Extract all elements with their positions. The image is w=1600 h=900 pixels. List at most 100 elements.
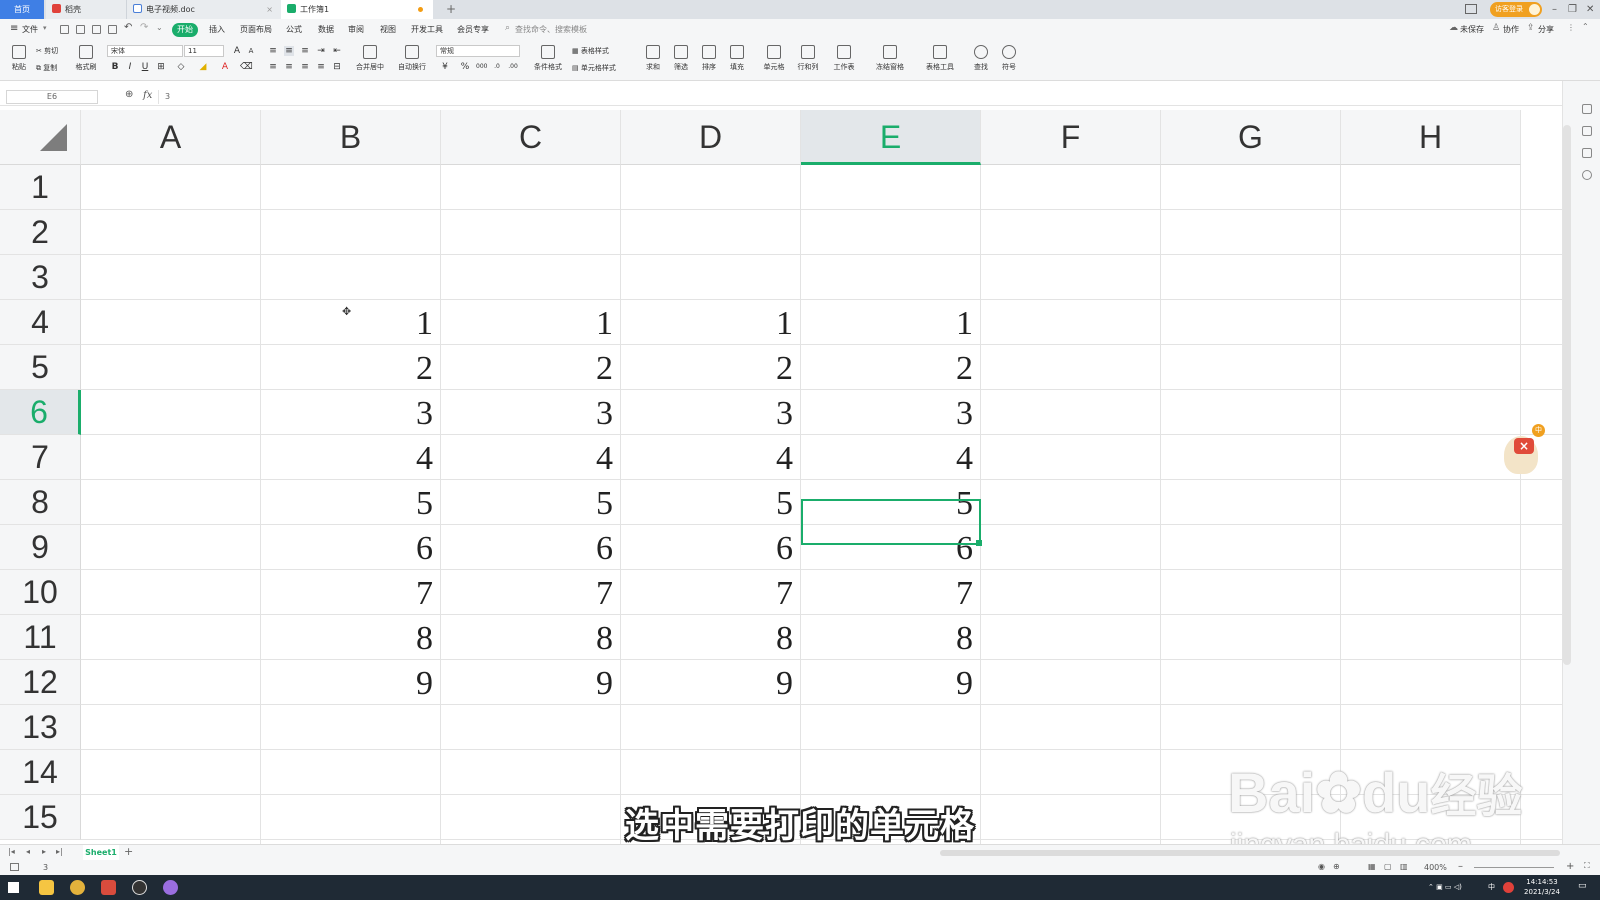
ime-indicator[interactable]: 中: [1488, 883, 1495, 892]
select-all-corner[interactable]: [0, 110, 81, 165]
cell-b11[interactable]: 8: [261, 615, 441, 660]
cell-button[interactable]: 单元格: [760, 45, 788, 72]
currency-icon[interactable]: ¥: [440, 62, 450, 72]
cut-button[interactable]: ✂ 剪切: [36, 46, 58, 56]
page-layout-view-icon[interactable]: ▢: [1384, 862, 1392, 871]
percent-icon[interactable]: %: [460, 62, 470, 72]
cell-c11[interactable]: 8: [441, 615, 621, 660]
cell-b8[interactable]: 5: [261, 480, 441, 525]
name-box[interactable]: E6: [6, 90, 98, 104]
last-sheet-icon[interactable]: ▸|: [56, 847, 63, 856]
menu-review[interactable]: 审阅: [348, 24, 364, 35]
filter-button[interactable]: 筛选: [670, 45, 692, 72]
row-col-button[interactable]: 行和列: [794, 45, 822, 72]
menu-data[interactable]: 数据: [318, 24, 334, 35]
vertical-scrollbar[interactable]: [1563, 125, 1571, 665]
distributed-icon[interactable]: ⊟: [332, 62, 342, 72]
antivirus-icon[interactable]: [1503, 882, 1514, 893]
sheet-tab-sheet1[interactable]: Sheet1: [83, 845, 119, 860]
cell-c12[interactable]: 9: [441, 660, 621, 705]
fill-button[interactable]: 填充: [726, 45, 748, 72]
worksheet-button[interactable]: 工作表: [830, 45, 858, 72]
increase-font-icon[interactable]: A: [232, 46, 242, 56]
tab-daoke[interactable]: 稻壳: [46, 0, 126, 19]
column-header-e[interactable]: E: [801, 110, 981, 165]
print-preview-icon[interactable]: [108, 25, 117, 34]
align-center-icon[interactable]: ≡: [284, 62, 294, 72]
row-header-2[interactable]: 2: [0, 210, 81, 255]
help-icon[interactable]: [1582, 170, 1592, 180]
border-icon[interactable]: ⊞: [156, 62, 166, 72]
horizontal-scrollbar[interactable]: [940, 850, 1560, 856]
highlight-icon[interactable]: ◢: [198, 62, 208, 72]
next-sheet-icon[interactable]: ▸: [42, 847, 46, 856]
assistant-mascot[interactable]: × 中: [1492, 424, 1562, 484]
align-top-icon[interactable]: ≡: [268, 46, 278, 56]
zoom-level[interactable]: 400%: [1424, 863, 1447, 872]
menu-developer[interactable]: 开发工具: [411, 24, 443, 35]
windows-start-icon[interactable]: [8, 882, 19, 893]
cell-e6[interactable]: 3: [801, 390, 981, 435]
cell-e5[interactable]: 2: [801, 345, 981, 390]
restore-icon[interactable]: ❐: [1568, 0, 1577, 19]
fx-icon[interactable]: fx: [143, 90, 152, 101]
row-header-4[interactable]: 4: [0, 300, 81, 345]
dropdown-icon[interactable]: ▾: [43, 24, 47, 32]
spreadsheet-grid[interactable]: ABCDEFGH 1 2 3 4 5 6 7 8 9 10 11 12 13 14 15 123456789…: [0, 110, 1562, 844]
cell-b5[interactable]: 2: [261, 345, 441, 390]
column-header-c[interactable]: C: [441, 110, 621, 165]
clear-format-icon[interactable]: ⌫: [240, 62, 253, 72]
cell-c10[interactable]: 7: [441, 570, 621, 615]
indent-icon[interactable]: ⇥: [316, 46, 326, 56]
menu-page-layout[interactable]: 页面布局: [240, 24, 272, 35]
formula-input[interactable]: 3: [158, 90, 1570, 104]
cell-b9[interactable]: 6: [261, 525, 441, 570]
wrap-text-button[interactable]: 自动换行: [394, 45, 430, 72]
column-header-g[interactable]: G: [1161, 110, 1341, 165]
thousands-icon[interactable]: 000: [476, 62, 487, 72]
row-header-3[interactable]: 3: [0, 255, 81, 300]
merge-center-button[interactable]: 合并居中: [352, 45, 388, 72]
column-header-b[interactable]: B: [261, 110, 441, 165]
zoom-out-icon[interactable]: –: [1458, 861, 1463, 872]
conditional-format-button[interactable]: 条件格式: [530, 45, 566, 72]
tab-doc[interactable]: 电子视频.doc ×: [126, 0, 281, 19]
fill-handle[interactable]: [976, 540, 982, 546]
collapse-ribbon-icon[interactable]: ⌃: [1582, 22, 1589, 31]
menu-insert[interactable]: 插入: [209, 24, 225, 35]
paste-button[interactable]: 粘贴: [8, 45, 30, 72]
chrome-icon[interactable]: [70, 880, 85, 895]
row-header-5[interactable]: 5: [0, 345, 81, 390]
bold-icon[interactable]: B: [110, 62, 120, 72]
menu-view[interactable]: 视图: [380, 24, 396, 35]
fullscreen-icon[interactable]: ⛶: [1584, 861, 1590, 871]
wps-icon[interactable]: [101, 880, 116, 895]
unsaved-status[interactable]: 未保存: [1460, 24, 1484, 35]
macro-record-icon[interactable]: [10, 863, 19, 871]
clock-time[interactable]: 14:14:53: [1522, 878, 1562, 887]
cell-b6[interactable]: 3: [261, 390, 441, 435]
row-header-12[interactable]: 12: [0, 660, 81, 705]
cell-d7[interactable]: 4: [621, 435, 801, 480]
export-icon[interactable]: [76, 25, 85, 34]
cell-b10[interactable]: 7: [261, 570, 441, 615]
align-bottom-icon[interactable]: ≡: [300, 46, 310, 56]
decrease-font-icon[interactable]: A: [246, 46, 256, 56]
cell-c5[interactable]: 2: [441, 345, 621, 390]
format-painter-button[interactable]: 格式刷: [74, 45, 98, 72]
cell-d6[interactable]: 3: [621, 390, 801, 435]
row-header-8[interactable]: 8: [0, 480, 81, 525]
menu-file[interactable]: 文件: [22, 24, 38, 35]
select-tool-icon[interactable]: [1582, 104, 1592, 114]
find-button[interactable]: 查找: [970, 45, 992, 72]
freeze-panes-button[interactable]: 冻结窗格: [872, 45, 908, 72]
close-window-icon[interactable]: ✕: [1586, 0, 1594, 19]
zoom-icon[interactable]: ⊕: [125, 89, 133, 100]
customize-icon[interactable]: ⌄: [156, 23, 163, 32]
copy-button[interactable]: ⧉ 复制: [36, 63, 57, 73]
italic-icon[interactable]: I: [125, 62, 135, 72]
cell-d12[interactable]: 9: [621, 660, 801, 705]
tray-icons[interactable]: ⌃ ▣ ▭ ◁): [1428, 883, 1462, 892]
cell-e7[interactable]: 4: [801, 435, 981, 480]
menu-member[interactable]: 会员专享: [457, 24, 489, 35]
